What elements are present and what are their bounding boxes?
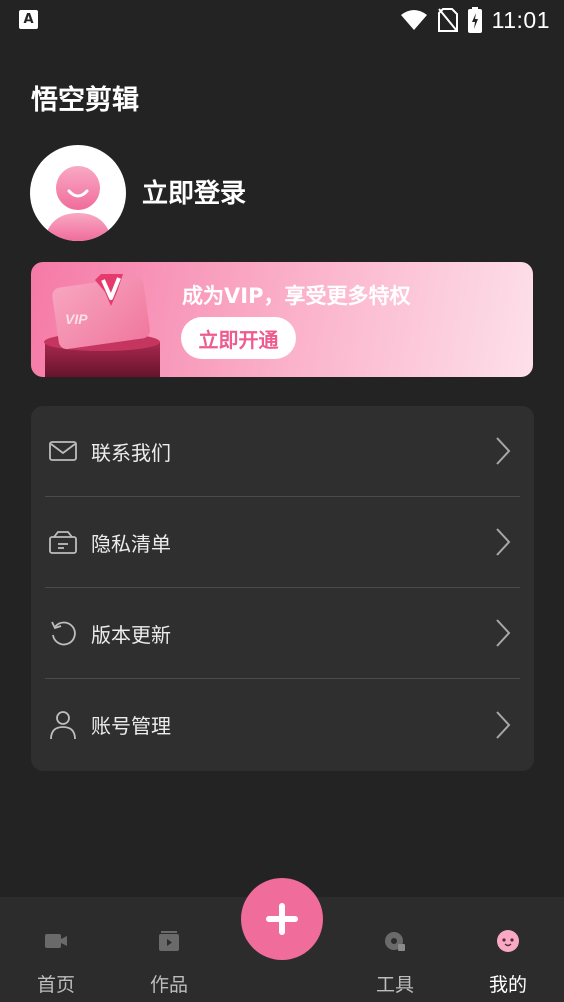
home-video-icon bbox=[45, 934, 67, 948]
status-time: 11:01 bbox=[491, 6, 550, 33]
menu-item-label: 版本更新 bbox=[91, 622, 171, 647]
chevron-right-icon bbox=[496, 437, 511, 465]
settings-menu: 联系我们 隐私清单 版本更新 账号管理 bbox=[31, 406, 534, 771]
chevron-right-icon bbox=[496, 710, 511, 739]
status-indicators: 11:01 bbox=[400, 6, 550, 34]
tools-icon bbox=[385, 932, 405, 951]
login-link[interactable]: 立即登录 bbox=[142, 173, 246, 210]
nav-item-works[interactable]: 作品 bbox=[124, 897, 214, 1002]
avatar[interactable] bbox=[30, 145, 126, 241]
page-title: 悟空剪辑 bbox=[31, 85, 139, 116]
nav-item-mine[interactable]: 我的 bbox=[463, 897, 553, 1002]
works-icon bbox=[159, 931, 179, 951]
refresh-icon bbox=[47, 617, 79, 649]
plus-icon bbox=[266, 903, 298, 935]
app-notification-icon: A bbox=[19, 10, 38, 29]
menu-item-account-management[interactable]: 账号管理 bbox=[45, 679, 520, 770]
menu-item-contact-us[interactable]: 联系我们 bbox=[45, 406, 520, 497]
nav-item-tools[interactable]: 工具 bbox=[350, 897, 440, 1002]
default-avatar-icon bbox=[44, 166, 112, 241]
nav-label: 我的 bbox=[488, 974, 527, 996]
wifi-icon bbox=[400, 10, 427, 30]
vip-activate-button[interactable]: 立即开通 bbox=[181, 317, 296, 359]
svg-text:VIP: VIP bbox=[65, 311, 88, 327]
no-sim-icon bbox=[437, 8, 458, 32]
menu-item-label: 账号管理 bbox=[91, 714, 171, 738]
nav-label: 作品 bbox=[149, 974, 188, 996]
profile-face-icon bbox=[497, 930, 519, 952]
menu-item-label: 联系我们 bbox=[91, 440, 171, 465]
user-icon bbox=[47, 709, 79, 741]
privacy-list-icon bbox=[47, 526, 79, 558]
mail-icon bbox=[47, 435, 79, 467]
status-bar: A 11:01 bbox=[0, 0, 564, 40]
create-button[interactable] bbox=[241, 878, 323, 960]
vip-title: 成为VIP，享受更多特权 bbox=[182, 284, 411, 308]
vip-banner[interactable]: VIP 成为VIP，享受更多特权 立即开通 bbox=[31, 262, 533, 377]
chevron-right-icon bbox=[496, 619, 511, 647]
menu-item-privacy-list[interactable]: 隐私清单 bbox=[45, 497, 520, 588]
nav-label: 首页 bbox=[36, 974, 75, 996]
battery-charging-icon bbox=[467, 7, 482, 33]
nav-label: 工具 bbox=[375, 974, 414, 996]
menu-item-version-update[interactable]: 版本更新 bbox=[45, 588, 520, 679]
menu-item-label: 隐私清单 bbox=[91, 531, 171, 556]
nav-item-home[interactable]: 首页 bbox=[11, 897, 101, 1002]
chevron-right-icon bbox=[496, 528, 511, 556]
vip-card-illustration: VIP bbox=[44, 274, 160, 377]
